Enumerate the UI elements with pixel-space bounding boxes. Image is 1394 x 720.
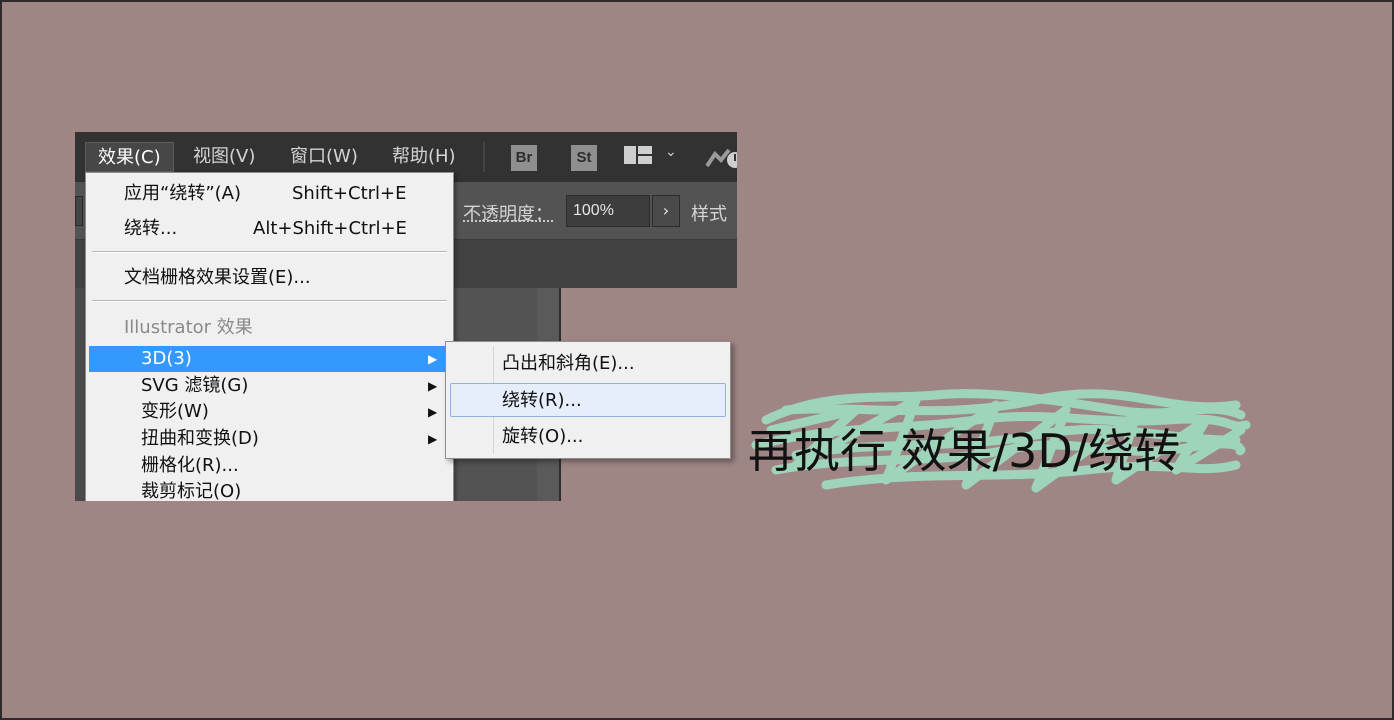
menu-item-label: 绕转(R)...	[502, 390, 582, 411]
section-label: Illustrator 效果	[124, 317, 253, 338]
stock-icon[interactable]: St	[571, 145, 597, 171]
control-bar-field[interactable]	[75, 196, 83, 226]
submenu-item-rotate[interactable]: 旋转(O)...	[450, 420, 726, 454]
menu-item-label: SVG 滤镜(G)	[141, 375, 249, 396]
menu-item-rasterize[interactable]: 栅格化(R)...	[86, 453, 453, 479]
submenu-arrow-icon: ▶	[428, 432, 438, 446]
chevron-down-icon[interactable]: ⌄	[665, 144, 677, 160]
menu-separator	[483, 142, 485, 172]
menu-item-label: 文档栅格效果设置(E)...	[124, 267, 311, 288]
menu-item-label: 变形(W)	[141, 401, 209, 422]
menu-item-label: 3D(3)	[141, 348, 192, 369]
menu-item-shortcut: Shift+Ctrl+E	[292, 183, 407, 204]
menu-item-label: 凸出和斜角(E)...	[502, 353, 635, 374]
submenu-item-extrude-bevel[interactable]: 凸出和斜角(E)...	[450, 347, 726, 381]
menu-effect[interactable]: 效果(C)	[85, 142, 174, 172]
3d-submenu: 凸出和斜角(E)... 绕转(R)... 旋转(O)...	[445, 341, 731, 459]
effect-dropdown-menu: 应用“绕转”(A) Shift+Ctrl+E 绕转... Alt+Shift+C…	[85, 172, 454, 501]
menu-item-crop-marks[interactable]: 裁剪标记(O)	[86, 479, 453, 501]
workspace-layout-icon[interactable]	[624, 146, 652, 164]
submenu-arrow-icon: ▶	[428, 405, 438, 419]
menu-section-header: Illustrator 效果	[86, 315, 453, 341]
style-label[interactable]: 样式	[691, 200, 727, 226]
menu-item-3d[interactable]: 3D(3) ▶	[89, 346, 450, 372]
menu-item-last-effect[interactable]: 绕转... Alt+Shift+Ctrl+E	[86, 216, 453, 242]
submenu-arrow-icon: ▶	[428, 352, 438, 366]
menu-item-svg-filters[interactable]: SVG 滤镜(G) ▶	[86, 373, 453, 399]
menu-divider	[92, 300, 447, 302]
menu-item-label: 扭曲和变换(D)	[141, 428, 259, 449]
menu-view[interactable]: 视图(V)	[181, 142, 267, 172]
annotation-text: 再执行 效果/3D/绕转	[748, 424, 1181, 478]
search-stock-icon[interactable]	[703, 142, 737, 172]
submenu-item-revolve[interactable]: 绕转(R)...	[450, 383, 726, 417]
bridge-icon[interactable]: Br	[511, 145, 537, 171]
menu-item-label: 绕转...	[124, 218, 178, 239]
opacity-input[interactable]: 100%	[566, 195, 650, 227]
opacity-label[interactable]: 不透明度：	[463, 200, 553, 226]
menu-window[interactable]: 窗口(W)	[278, 142, 370, 172]
menu-item-label: 旋转(O)...	[502, 426, 584, 447]
toolbar-strip	[75, 288, 85, 501]
menu-item-label: 应用“绕转”(A)	[124, 183, 242, 204]
menu-item-warp[interactable]: 变形(W) ▶	[86, 399, 453, 425]
submenu-arrow-icon: ▶	[428, 379, 438, 393]
menu-item-label: 裁剪标记(O)	[141, 481, 242, 501]
menu-divider	[92, 251, 447, 253]
opacity-arrow-button[interactable]: ›	[652, 195, 680, 227]
menu-item-distort-transform[interactable]: 扭曲和变换(D) ▶	[86, 426, 453, 452]
menu-item-shortcut: Alt+Shift+Ctrl+E	[253, 218, 407, 239]
menu-item-apply-last-effect[interactable]: 应用“绕转”(A) Shift+Ctrl+E	[86, 181, 453, 207]
menu-item-raster-settings[interactable]: 文档栅格效果设置(E)...	[86, 265, 453, 291]
menu-item-label: 栅格化(R)...	[141, 455, 239, 476]
menu-help[interactable]: 帮助(H)	[380, 142, 468, 172]
